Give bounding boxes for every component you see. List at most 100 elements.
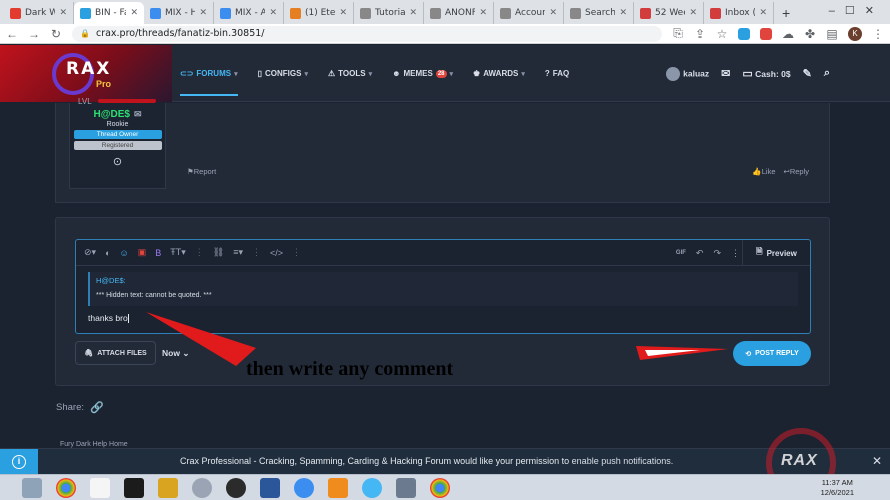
undo-icon[interactable]: ↶ xyxy=(696,248,704,259)
chrome-icon[interactable] xyxy=(56,477,76,498)
bell-icon[interactable]: ✎ xyxy=(803,67,812,80)
window-controls[interactable]: –☐✕ xyxy=(829,4,884,17)
code-icon[interactable]: </> xyxy=(270,248,283,258)
network-icon[interactable] xyxy=(396,477,416,498)
browser-tab[interactable]: Accoun ✕ xyxy=(494,2,564,24)
tab-close-icon[interactable]: ✕ xyxy=(59,8,67,18)
tab-close-icon[interactable]: ✕ xyxy=(269,8,277,18)
cloud-icon[interactable]: ☁ xyxy=(782,27,794,41)
tab-close-icon[interactable]: ✕ xyxy=(549,8,557,18)
url-field[interactable]: 🔒 crax.pro/threads/fanatiz-bin.30851/ xyxy=(72,25,662,42)
tab-close-icon[interactable]: ✕ xyxy=(689,8,697,18)
cast-icon[interactable]: ⎘ xyxy=(672,26,684,41)
bookmark-star-icon[interactable]: ☆ xyxy=(716,27,728,41)
menu-kebab-icon[interactable]: ⋮ xyxy=(872,27,884,41)
gif-button[interactable]: GIF xyxy=(676,250,686,256)
search-icon[interactable]: ⌕ xyxy=(824,67,830,80)
taskbar-app-icon[interactable] xyxy=(22,477,42,498)
app-icon-cyan[interactable] xyxy=(362,477,382,498)
reply-button[interactable]: ↩Reply xyxy=(784,167,809,176)
reply-editor[interactable]: ⊘▾ ◐ ☺ ▣ B ŦT▾ ⋮ ⛓ ≡▾ ⋮ </> ⋮ GIF ↶ ↷ ⋮ … xyxy=(75,239,811,334)
camera-icon[interactable] xyxy=(226,477,246,498)
browser-tab[interactable]: Search ✕ xyxy=(564,2,634,24)
app-icon-gear[interactable] xyxy=(192,477,212,498)
tab-close-icon[interactable]: ✕ xyxy=(199,8,207,18)
chrome-icon-2[interactable] xyxy=(430,477,450,498)
chevron-down-icon[interactable]: ▾ xyxy=(369,70,373,78)
reply-input-text[interactable]: thanks bro xyxy=(88,313,129,324)
browser-tab[interactable]: 52 Wee ✕ xyxy=(634,2,704,24)
system-clock[interactable]: 11:37 AM 12/6/2021 xyxy=(821,478,854,498)
nav-item-forums[interactable]: ⊂⊃ FORUMS ▾ xyxy=(180,45,238,102)
font-size-icon[interactable]: ŦT▾ xyxy=(170,247,186,258)
enable-push-link[interactable]: enable push notifications. xyxy=(572,456,674,466)
puzzle-icon[interactable]: ✤ xyxy=(804,27,816,41)
browser-tab[interactable]: Tutoria ✕ xyxy=(354,2,424,24)
post-author-name[interactable]: H@DE$ ✉ xyxy=(70,109,165,120)
user-menu[interactable]: kaluaz xyxy=(666,66,709,81)
hide-content-icon[interactable]: ⊘▾ xyxy=(84,247,96,258)
browser-tab[interactable]: MIX - H ✕ xyxy=(144,2,214,24)
share-page-icon[interactable]: ⇪ xyxy=(694,27,706,41)
back-icon[interactable]: ← xyxy=(6,27,18,41)
tab-close-icon[interactable]: ✕ xyxy=(339,8,347,18)
emoji-icon[interactable]: ☺ xyxy=(120,248,129,258)
envelope-icon[interactable]: ✉ xyxy=(721,67,730,80)
tab-close-icon[interactable]: ✕ xyxy=(759,8,767,18)
media-icon[interactable]: ▣ xyxy=(138,247,147,258)
profile-avatar[interactable]: K xyxy=(848,26,862,41)
palette-icon[interactable]: ◐ xyxy=(105,248,110,258)
site-logo[interactable]: RAX Pro xyxy=(0,45,172,102)
browser-tab[interactable]: ANONF ✕ xyxy=(424,2,494,24)
preview-button[interactable]: 🗎 Preview xyxy=(742,240,810,266)
redo-icon[interactable]: ↷ xyxy=(713,248,721,259)
browser-tab[interactable]: Inbox (✕ xyxy=(704,2,774,24)
terminal-icon[interactable] xyxy=(124,477,144,498)
chevron-down-icon[interactable]: ▾ xyxy=(521,70,525,78)
nav-item-tools[interactable]: ⚠ TOOLS ▾ xyxy=(328,45,372,102)
vlc-icon[interactable] xyxy=(328,477,348,498)
toolbar-more-icon-3[interactable]: ⋮ xyxy=(292,247,301,258)
share-link-icon[interactable]: 🔗 xyxy=(90,401,104,414)
chevron-down-icon[interactable]: ▾ xyxy=(234,70,238,78)
post-reply-button[interactable]: ⟲ POST REPLY xyxy=(733,341,811,366)
tab-close-icon[interactable]: ✕ xyxy=(619,8,627,18)
tab-close-icon[interactable]: ✕ xyxy=(409,8,417,18)
browser-tab[interactable]: BIN - Fa ✕ xyxy=(74,2,144,24)
toolbar-more-icon-2[interactable]: ⋮ xyxy=(252,247,261,258)
reload-icon[interactable]: ↻ xyxy=(50,27,62,41)
tab-close-icon[interactable]: ✕ xyxy=(479,8,487,18)
browser-tab[interactable]: (1) Eter✕ xyxy=(284,2,354,24)
chevron-down-icon[interactable]: ▾ xyxy=(304,70,308,78)
browser-tab[interactable]: MIX - A ✕ xyxy=(214,2,284,24)
nav-item-awards[interactable]: ♚ AWARDS ▾ xyxy=(473,45,525,102)
toolbar-more-icon[interactable]: ⋮ xyxy=(195,247,204,258)
align-icon[interactable]: ≡▾ xyxy=(233,247,243,258)
chevron-down-icon[interactable]: ▾ xyxy=(450,70,454,78)
forward-icon[interactable]: → xyxy=(28,27,40,41)
app-icon-yellow[interactable] xyxy=(158,477,178,498)
link-icon[interactable]: ⛓ xyxy=(213,247,224,258)
new-tab-button[interactable]: + xyxy=(774,2,798,24)
nav-item-configs[interactable]: ▯ CONFIGS ▾ xyxy=(258,45,308,102)
tab-close-icon[interactable]: ✕ xyxy=(130,8,138,18)
extension-icon[interactable] xyxy=(738,27,750,40)
toolbar-more-icon-4[interactable]: ⋮ xyxy=(731,248,740,259)
word-icon[interactable] xyxy=(260,477,280,498)
close-icon[interactable]: ✕ xyxy=(872,454,882,468)
app-icon-blue[interactable] xyxy=(294,477,314,498)
nav-item-memes[interactable]: ☻ MEMES 28 ▾ xyxy=(392,45,453,102)
cash-link[interactable]: ▭ Cash: 0$ xyxy=(742,67,790,80)
report-link[interactable]: ⚑Report xyxy=(187,167,216,176)
message-icon[interactable]: ✉ xyxy=(134,109,142,119)
footer-links[interactable]: Fury Dark Help Home xyxy=(60,441,128,448)
post-time-dropdown[interactable]: Now ⌄ xyxy=(162,348,189,359)
bold-icon[interactable]: B xyxy=(155,248,161,258)
nav-item-faq[interactable]: ? FAQ xyxy=(545,45,569,102)
browser-tab[interactable]: Dark W ✕ xyxy=(4,2,74,24)
attach-files-button[interactable]: 🖇 ATTACH FILES xyxy=(75,341,156,365)
reading-list-icon[interactable]: ▤ xyxy=(826,27,838,41)
like-button[interactable]: 👍Like xyxy=(752,167,775,176)
brave-shield-icon[interactable] xyxy=(760,27,772,40)
file-icon[interactable] xyxy=(90,477,110,498)
